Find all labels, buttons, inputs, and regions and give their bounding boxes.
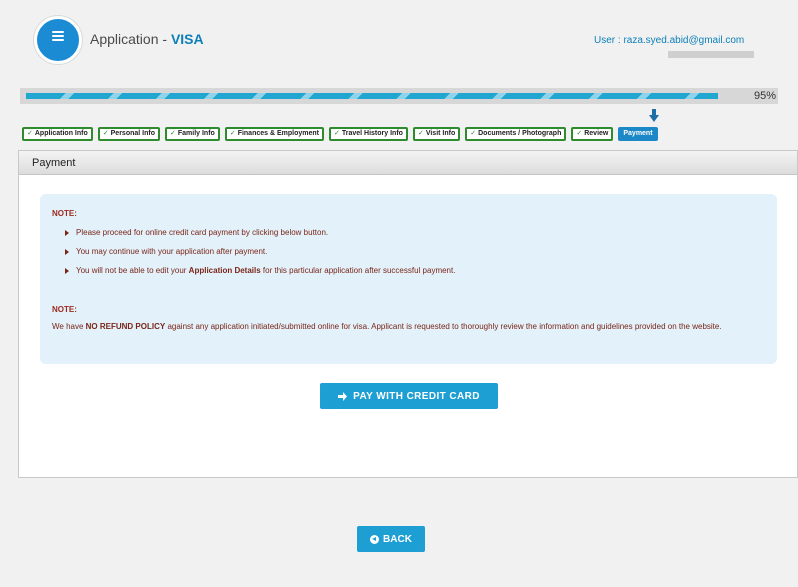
user-underline [668, 51, 754, 58]
step-label: Visit Info [425, 130, 456, 137]
step-label: Payment [623, 130, 653, 137]
progress-bar: 95% [20, 88, 778, 104]
note-box: NOTE: Please proceed for online credit c… [40, 194, 777, 364]
check-icon: ✓ [576, 130, 583, 137]
header: Application - VISA User : raza.syed.abid… [16, 0, 798, 78]
step-tab-travel-history-info[interactable]: ✓ Travel History Info [328, 127, 408, 141]
step-tab-finances-employment[interactable]: ✓ Finances & Employment [224, 127, 324, 141]
step-label: Travel History Info [341, 130, 403, 137]
note-bullet: You will not be able to edit your Applic… [65, 266, 455, 275]
refund-policy-text: We have NO REFUND POLICY against any app… [52, 322, 722, 331]
check-icon: ✓ [417, 130, 424, 137]
step-tab-documents-photograph[interactable]: ✓ Documents / Photograph [465, 127, 567, 141]
menu-icon[interactable] [34, 16, 82, 64]
back-button[interactable]: BACK [357, 526, 425, 552]
step-tab-payment[interactable]: Payment [618, 127, 658, 141]
step-tab-family-info[interactable]: ✓ Family Info [164, 127, 220, 141]
check-icon: ✓ [470, 130, 477, 137]
step-tab-application-info[interactable]: ✓ Application Info [22, 127, 93, 141]
pay-with-credit-card-button[interactable]: PAY WITH CREDIT CARD [320, 383, 498, 409]
check-icon: ✓ [169, 130, 176, 137]
step-tab-personal-info[interactable]: ✓ Personal Info [97, 127, 160, 141]
check-icon: ✓ [333, 130, 340, 137]
arrow-down-icon [649, 109, 659, 122]
step-label: Finances & Employment [237, 130, 319, 137]
step-label: Documents / Photograph [478, 130, 562, 137]
back-button-label: BACK [383, 533, 412, 545]
note-title: NOTE: [52, 209, 77, 218]
step-tab-review[interactable]: ✓ Review [571, 127, 614, 141]
check-icon: ✓ [102, 130, 109, 137]
back-arrow-icon [370, 534, 380, 544]
app-title-prefix: Application - [90, 31, 171, 47]
page-title: Application - VISA [90, 31, 204, 47]
note-bullet: Please proceed for online credit card pa… [65, 228, 328, 237]
progress-fill [26, 93, 718, 99]
app-title-type: VISA [170, 31, 204, 47]
step-label: Family Info [177, 130, 215, 137]
panel-title: Payment [19, 151, 797, 175]
step-tabs: ✓ Application Info ✓ Personal Info ✓ Family I… [22, 127, 658, 141]
progress-label: 95% [751, 88, 778, 104]
check-icon: ✓ [229, 130, 236, 137]
payment-panel: Payment NOTE: Please proceed for online … [18, 150, 798, 478]
step-tab-visit-info[interactable]: ✓ Visit Info [412, 127, 461, 141]
pay-button-label: PAY WITH CREDIT CARD [353, 390, 480, 402]
check-icon: ✓ [27, 130, 33, 137]
step-label: Review [584, 130, 609, 137]
step-label: Personal Info [110, 130, 155, 137]
refund-note-title: NOTE: [52, 305, 77, 314]
note-bullet: You may continue with your application a… [65, 247, 267, 256]
sign-in-icon [338, 391, 348, 401]
step-label: Application Info [34, 130, 88, 137]
user-email: User : raza.syed.abid@gmail.com [594, 35, 745, 46]
